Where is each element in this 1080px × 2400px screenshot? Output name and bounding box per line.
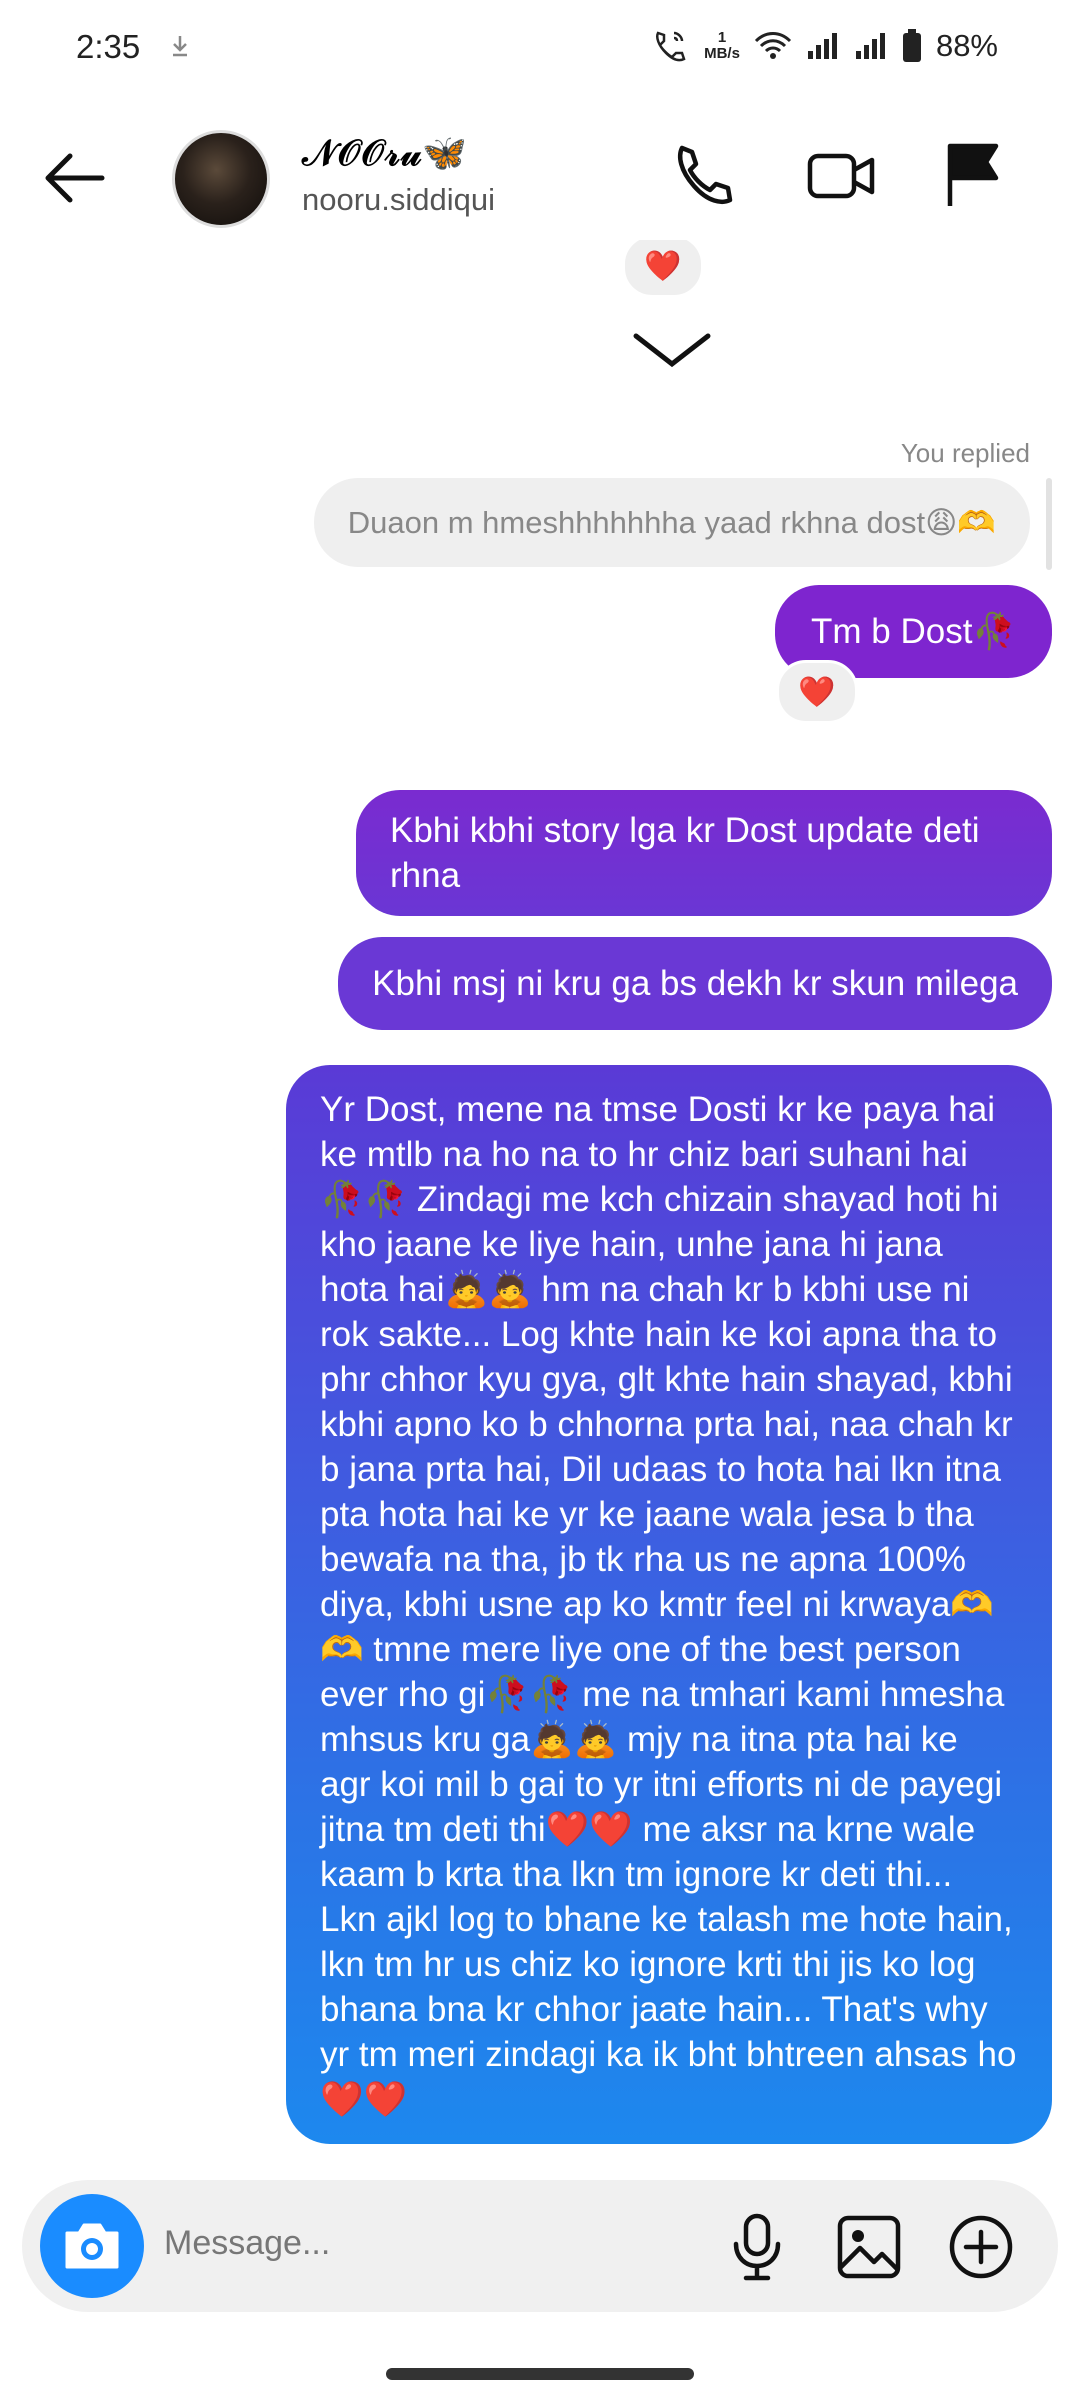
message-thread[interactable]: ❤️ You replied Duaon m hmeshhhhhhha yaad… [0, 240, 1080, 2170]
you-replied-label: You replied [900, 438, 1030, 468]
net-speed: 1 MB/s [704, 30, 740, 62]
message-input[interactable]: Message... [164, 2224, 330, 2263]
contact-display-name[interactable]: 𝒩𝒪𝒪𝓇𝓊🦋 [302, 132, 468, 175]
reaction-badge[interactable]: ❤️ [622, 240, 704, 298]
camera-icon [65, 2223, 119, 2269]
chevron-down-icon[interactable] [632, 330, 712, 370]
avatar[interactable] [172, 130, 270, 228]
signal-icon [807, 33, 837, 59]
status-right: 1 MB/s 88% [652, 28, 998, 64]
status-bar: 2:35 1 MB/s 88% [0, 0, 1080, 96]
battery-icon [902, 29, 921, 62]
reaction-badge[interactable]: ❤️ [776, 660, 858, 724]
sent-message[interactable]: Kbhi msj ni kru ga bs dekh kr skun mileg… [338, 937, 1052, 1030]
reply-indicator-bar [1046, 478, 1052, 570]
microphone-icon[interactable] [722, 2212, 792, 2282]
video-icon[interactable] [806, 140, 876, 210]
signal-icon [855, 33, 885, 59]
replied-message-preview[interactable]: Duaon m hmeshhhhhhha yaad rkhna dost😩🫶 [313, 478, 1030, 567]
wifi-call-icon [656, 31, 686, 62]
net-speed-value: 1 [717, 29, 727, 46]
gallery-icon[interactable] [834, 2212, 904, 2282]
back-arrow-icon[interactable] [40, 148, 110, 208]
wifi-icon [754, 32, 792, 59]
status-time: 2:35 [76, 28, 141, 65]
net-speed-unit: MB/s [704, 45, 740, 62]
chat-header: 𝒩𝒪𝒪𝓇𝓊🦋 nooru.siddiqui [0, 110, 1080, 240]
flag-icon[interactable] [938, 140, 1008, 210]
add-icon[interactable] [946, 2212, 1016, 2282]
sent-message[interactable]: Yr Dost, mene na tmse Dosti kr ke paya h… [286, 1065, 1052, 2144]
phone-icon[interactable] [670, 140, 740, 210]
message-composer: Message... [22, 2180, 1058, 2312]
contact-username[interactable]: nooru.siddiqui [302, 182, 495, 218]
home-indicator[interactable] [386, 2368, 694, 2380]
camera-button[interactable] [40, 2194, 144, 2298]
battery-percent: 88% [935, 28, 998, 63]
download-icon [173, 36, 187, 57]
sent-message[interactable]: Kbhi kbhi story lga kr Dost update deti … [356, 790, 1052, 916]
